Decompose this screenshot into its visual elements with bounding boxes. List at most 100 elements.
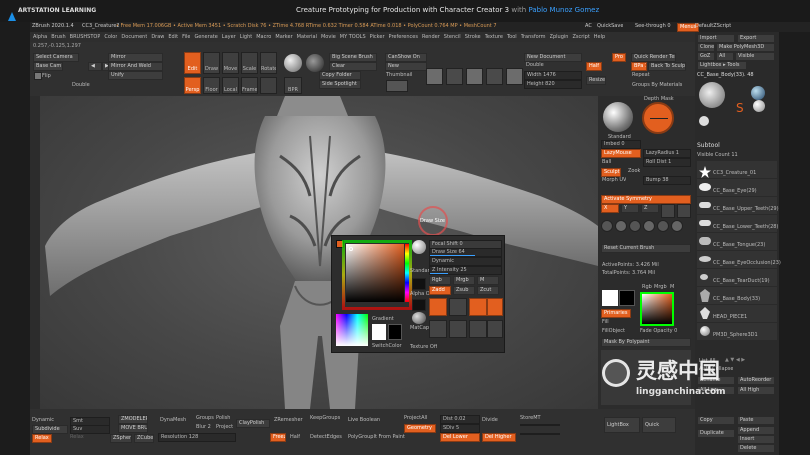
viewport[interactable]: Draw Size [40,96,598,409]
brush-thumb-6-icon[interactable] [671,220,683,232]
brush-thumb-icon[interactable] [284,54,302,72]
lazy-mouse-button[interactable]: LazyMouse [601,149,641,158]
sdiv-slider[interactable]: SDiv 5 [440,424,480,433]
project-toggle[interactable]: Project [216,424,233,431]
popup-tool-5-icon[interactable] [429,320,447,338]
floor-button[interactable]: Floor [203,77,220,94]
ball-label[interactable]: Ball [602,159,611,166]
sym-y-button[interactable]: Y [621,204,639,213]
brush-color-popup[interactable]: Gradient SwitchColor Standard Alpha Off … [331,235,505,353]
menu-document[interactable]: Document [121,34,147,41]
black-color-swatch[interactable] [388,324,402,340]
quick-sketch-button[interactable]: Quick Sketch [642,417,676,433]
tool-thumb-eraser-icon[interactable] [753,100,765,112]
resolution-slider[interactable]: Resolution 128 [158,433,236,442]
insert-button[interactable]: Insert [737,435,775,444]
cam-prev-button[interactable]: ◀ [88,62,102,71]
persp-button[interactable]: Persp [184,77,201,94]
m-label[interactable]: M [670,284,674,291]
quick-render-button[interactable]: Quick Render Test [631,53,676,62]
mini-color-picker[interactable] [640,292,674,326]
relax-toggle[interactable]: Relax [32,434,52,443]
scale-button[interactable]: Scale [241,52,258,74]
goz-button[interactable]: GoZ [697,52,715,61]
fill-object-button[interactable]: FillObject [602,328,625,335]
visible-count-slider[interactable]: Visible Count 11 [697,152,738,159]
subtool-row-3[interactable]: CC_Base_Upper_Teeth(29) [697,197,779,214]
import-button[interactable]: Import [697,34,735,43]
popup-tool-1-icon[interactable] [429,298,447,316]
menu-texture[interactable]: Texture [485,34,503,41]
frame-button[interactable]: Frame [241,77,258,94]
standard-brush-icon[interactable] [412,240,426,254]
big-scene-brush-button[interactable]: Big Scene Brush [329,53,377,62]
menu-marker[interactable]: Marker [275,34,292,41]
fade-opacity-slider[interactable]: Fade Opacity 0 [640,328,677,335]
detect-edges-toggle[interactable]: DetectEdges [310,434,342,441]
zmodeler-button[interactable]: ZMODELER [118,415,148,424]
resize-button[interactable]: Resize [586,76,606,85]
live-boolean-toggle[interactable]: Live Boolean [348,417,380,424]
clone-button[interactable]: Clone [697,43,715,52]
tool-thumb-creature-icon[interactable] [699,82,725,108]
stroke-thumb-icon[interactable] [306,54,324,72]
subtool-row-5[interactable]: CC_Base_Tongue(23) [697,233,777,250]
projectall-button[interactable]: ProjectAll [404,415,427,422]
m-toggle[interactable]: M [477,276,499,285]
claypolish-button[interactable]: ClayPolish [236,419,270,428]
xyz-button[interactable] [260,77,277,94]
menu-my-tools[interactable]: MY TOOLS [340,34,366,41]
edit-button[interactable]: Edit [184,52,201,74]
height-slider[interactable]: Height 820 [524,80,582,89]
visible-button[interactable]: Visible [735,52,775,61]
subtool-row-7[interactable]: CC_Base_TearDuct(19) [697,269,777,286]
popup-tool-4-icon[interactable] [487,298,503,316]
lightbox-button[interactable]: LightBox [604,417,640,433]
storemt-button[interactable]: StoreMT [520,415,541,422]
menu-color[interactable]: Color [104,34,117,41]
del-higher-button[interactable]: Del Higher [482,433,516,442]
menu-render[interactable]: Render [422,34,440,41]
sym-z-button[interactable]: Z [641,204,659,213]
menu-file[interactable]: File [182,34,190,41]
subtool-row-8[interactable]: CC_Base_Body(33) [697,287,777,304]
rgb-toggle[interactable]: Rgb [429,276,451,285]
matcap-icon[interactable] [412,312,426,324]
gradient-palette[interactable] [336,314,368,346]
select-camera-button[interactable]: Select Camera [33,53,79,62]
menu-help[interactable]: Help [594,34,605,41]
menu-preferences[interactable]: Preferences [389,34,418,41]
delete-button[interactable]: Delete [737,444,775,453]
default-zscript[interactable]: DefaultZScript [695,23,731,30]
tool-slot-4-icon[interactable] [486,68,503,85]
all-button[interactable]: All [716,52,734,61]
brush-thumb-1-icon[interactable] [601,220,613,232]
menu-layer[interactable]: Layer [222,34,236,41]
lightbox-tools-button[interactable]: Lightbox ▸ Tools [697,61,747,70]
pro-button[interactable]: Pro [612,53,626,62]
move-brush-button[interactable]: MOVE BRUSH [118,424,148,433]
zcut-toggle[interactable]: Zcut [477,286,499,295]
tool-slot-3-icon[interactable] [466,68,483,85]
menu-tool[interactable]: Tool [507,34,517,41]
popup-tool-8-icon[interactable] [487,320,503,338]
tool-slot-5-icon[interactable] [506,68,523,85]
freeze-toggle[interactable]: Freeze [270,433,286,442]
tool-thumb-simple-brush-icon[interactable]: S [735,98,747,115]
bpr-button[interactable]: BPR [284,77,302,94]
half-toggle[interactable]: Half [290,434,300,441]
half-button[interactable]: Half [586,62,602,71]
mirror-button[interactable]: Mirror [108,53,163,62]
texture-off-label[interactable]: Texture Off [410,344,437,351]
tool-thumb-sphere-icon[interactable] [751,86,765,100]
new-button[interactable]: New [385,62,427,71]
gradient-label[interactable]: Gradient [372,316,394,323]
mrgb-toggle[interactable]: Mrgb [453,276,475,285]
secondary-color-swatch[interactable] [372,324,386,340]
quicksave-button[interactable]: QuickSave [597,23,623,30]
local-button[interactable]: Local [222,77,239,94]
tool-slot-1-icon[interactable] [426,68,443,85]
menu-brush[interactable]: Brush [51,34,65,41]
sculpt-button[interactable]: Sculpt [601,168,621,177]
mask-by-polypaint-button[interactable]: Mask By Polypaint [601,338,691,347]
